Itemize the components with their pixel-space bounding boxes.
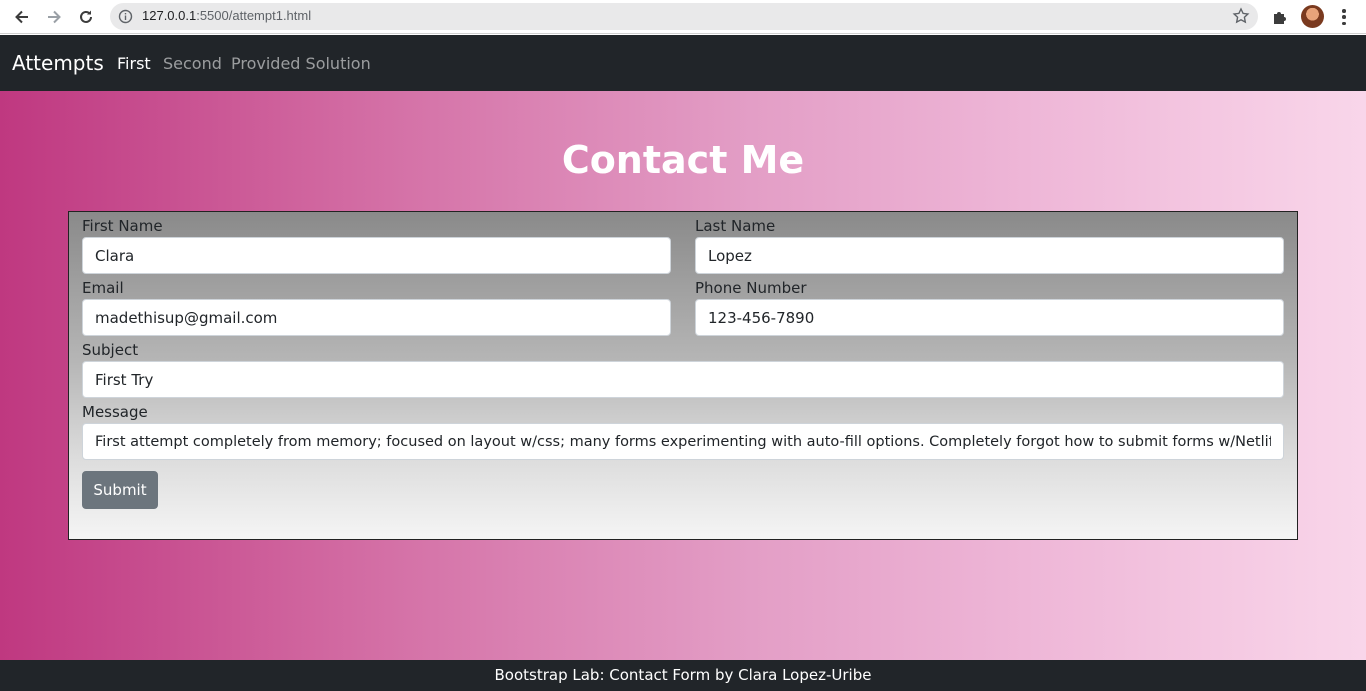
url-host: 127.0.0.1	[142, 8, 197, 23]
first-name-input[interactable]	[82, 237, 671, 274]
nav-link-provided-solution[interactable]: Provided Solution	[231, 54, 371, 73]
info-icon[interactable]	[118, 9, 133, 24]
star-icon[interactable]	[1232, 7, 1250, 25]
submit-button[interactable]: Submit	[82, 471, 158, 509]
subject-input[interactable]	[82, 361, 1284, 398]
email-label: Email	[82, 279, 124, 297]
main-content: Contact Me First Name Last Name Email Ph…	[0, 91, 1366, 660]
message-label: Message	[82, 403, 148, 421]
browser-toolbar: 127.0.0.1:5500/attempt1.html	[0, 0, 1366, 34]
subject-label: Subject	[82, 341, 139, 359]
address-bar[interactable]: 127.0.0.1:5500/attempt1.html	[110, 3, 1258, 30]
url-path: :5500/attempt1.html	[196, 8, 312, 23]
menu-icon[interactable]	[1337, 7, 1351, 27]
phone-label: Phone Number	[695, 279, 807, 297]
first-name-label: First Name	[82, 217, 163, 235]
page-footer: Bootstrap Lab: Contact Form by Clara Lop…	[0, 660, 1366, 691]
last-name-input[interactable]	[695, 237, 1284, 274]
reload-icon[interactable]	[74, 5, 98, 29]
last-name-label: Last Name	[695, 217, 776, 235]
profile-avatar[interactable]	[1301, 5, 1324, 28]
back-icon[interactable]	[10, 5, 34, 29]
message-input[interactable]	[82, 423, 1284, 460]
phone-input[interactable]	[695, 299, 1284, 336]
navbar-brand[interactable]: Attempts	[12, 51, 104, 75]
nav-link-second[interactable]: Second	[163, 54, 222, 73]
nav-link-first[interactable]: First	[117, 54, 151, 73]
forward-icon[interactable]	[42, 5, 66, 29]
extensions-icon[interactable]	[1269, 6, 1291, 28]
url-text: 127.0.0.1:5500/attempt1.html	[142, 8, 311, 23]
contact-form: First Name Last Name Email Phone Number …	[68, 211, 1298, 540]
page-title: Contact Me	[561, 138, 805, 182]
app-navbar: Attempts First Second Provided Solution	[0, 35, 1366, 91]
email-input[interactable]	[82, 299, 671, 336]
